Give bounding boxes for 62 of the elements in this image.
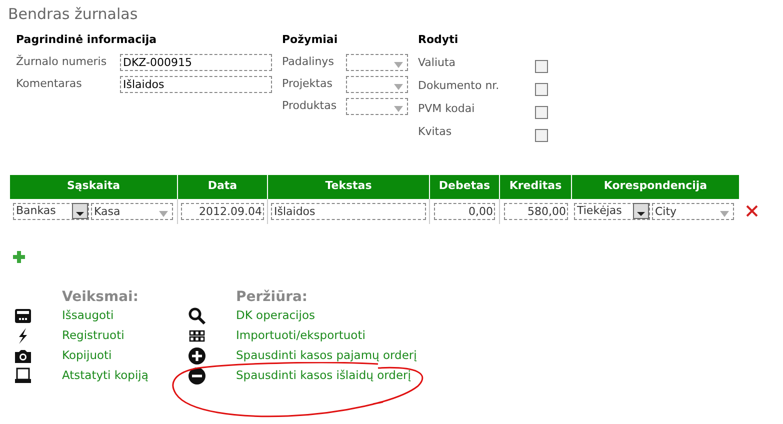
caret-icon <box>394 62 403 68</box>
caret-icon <box>394 106 403 112</box>
field-label: Projektas <box>282 76 334 92</box>
laptop-icon <box>14 366 32 384</box>
date-field[interactable]: 2012.09.04 <box>181 202 264 220</box>
field-label: Padalinys <box>282 54 335 70</box>
caret-icon <box>637 212 645 216</box>
dropdown-field[interactable] <box>346 54 408 70</box>
checkbox[interactable] <box>535 129 548 142</box>
delete-icon[interactable] <box>746 205 758 217</box>
credit-field[interactable]: 580,00 <box>504 202 568 220</box>
checkbox[interactable] <box>535 60 548 73</box>
input-field[interactable]: DKZ-000915 <box>120 54 272 70</box>
caret-icon <box>720 210 729 216</box>
section-heading: Pagrindinė informacija <box>16 32 158 48</box>
option-label: Dokumento nr. <box>418 78 500 94</box>
dropdown-field[interactable]: Tiekėjas <box>574 202 650 220</box>
page-title: Bendras žurnalas <box>8 4 138 25</box>
text-field[interactable]: Išlaidos <box>271 202 426 220</box>
dropdown-field[interactable] <box>346 98 408 114</box>
debit-field[interactable]: 0,00 <box>434 202 495 220</box>
dropdown-field[interactable]: Kasa <box>91 202 173 220</box>
add-icon[interactable] <box>12 250 26 264</box>
action-link[interactable]: Importuoti/eksportuoti <box>236 326 366 344</box>
option-label: Valiuta <box>418 55 456 72</box>
action-link[interactable]: Spausdinti kasos išlaidų orderį <box>236 366 411 384</box>
input-field[interactable]: Išlaidos <box>120 76 272 92</box>
dropdown-field[interactable]: Bankas <box>13 202 89 220</box>
action-link[interactable]: Atstatyti kopiją <box>62 366 148 384</box>
caret-icon <box>76 212 84 216</box>
action-link[interactable]: DK operacijos <box>236 306 315 324</box>
action-link[interactable]: Spausdinti kasos pajamų orderį <box>236 346 417 364</box>
dropdown-button[interactable] <box>72 203 88 219</box>
group-heading: Veiksmai: <box>62 288 138 306</box>
dropdown-button[interactable] <box>633 203 649 219</box>
column-header: Tekstas <box>268 174 430 198</box>
action-link[interactable]: Registruoti <box>62 326 124 344</box>
dropdown-field[interactable]: City <box>652 202 734 220</box>
column-header: Data <box>178 174 268 198</box>
caret-icon <box>394 84 403 90</box>
keyboard-icon <box>14 306 32 324</box>
section-heading: Rodyti <box>418 32 460 48</box>
dropdown-field[interactable] <box>346 76 408 92</box>
checkbox[interactable] <box>535 106 548 119</box>
action-link[interactable]: Išsaugoti <box>62 306 114 324</box>
minus-circle-icon <box>188 366 206 384</box>
field-label: Komentaras <box>16 76 83 92</box>
caret-icon <box>159 210 168 216</box>
action-link[interactable]: Kopijuoti <box>62 346 112 364</box>
column-header: Korespondencija <box>572 174 740 198</box>
option-label: Kvitas <box>418 124 452 140</box>
section-heading: Požymiai <box>282 32 339 48</box>
column-header: Kreditas <box>500 174 572 198</box>
option-label: PVM kodai <box>418 101 475 118</box>
field-label: Žurnalo numeris <box>16 54 108 70</box>
column-header: Debetas <box>430 174 500 198</box>
column-header: Sąskaita <box>10 174 178 198</box>
field-label: Produktas <box>282 98 338 114</box>
search-icon <box>188 306 206 324</box>
group-heading: Peržiūra: <box>236 288 308 306</box>
checkbox[interactable] <box>535 83 548 96</box>
plus-circle-icon <box>188 346 206 364</box>
